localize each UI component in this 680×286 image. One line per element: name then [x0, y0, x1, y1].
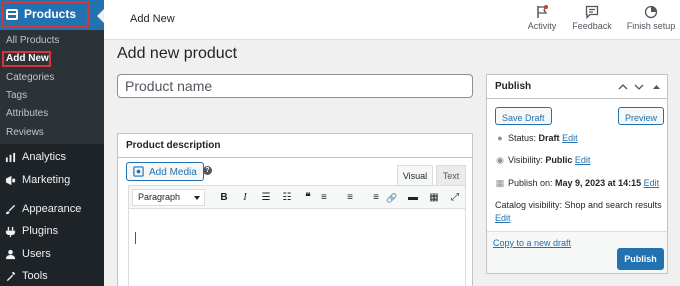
submenu-tags[interactable]: Tags: [6, 90, 27, 101]
add-media-button[interactable]: Add Media: [126, 162, 204, 181]
chevron-down-icon[interactable]: [634, 83, 644, 91]
catalog-visibility-text: Catalog visibility: Shop and search resu…: [495, 200, 662, 210]
sidebar-item-label: Appearance: [22, 203, 82, 215]
sidebar-item-label: Plugins: [22, 225, 59, 237]
copy-to-draft-link[interactable]: Copy to a new draft: [493, 238, 571, 248]
align-left-button[interactable]: ≡: [321, 190, 337, 206]
add-new-highlight-outline: [2, 51, 51, 67]
product-name-input[interactable]: [117, 74, 473, 98]
align-center-button[interactable]: ≡: [342, 190, 358, 206]
tab-text[interactable]: Text: [436, 165, 466, 185]
plug-icon: [5, 226, 16, 237]
editor-toolbar: Paragraph B I ☰ ☷ ❝ ≡ ≡ ≡ 🔗 ▬ ▦ ⤢: [128, 185, 466, 209]
format-select-value: Paragraph: [138, 192, 181, 202]
megaphone-icon: [5, 175, 16, 186]
tab-visual[interactable]: Visual: [397, 165, 433, 185]
finish-setup-label: Finish setup: [626, 21, 676, 31]
products-highlight-outline: [1, 1, 89, 28]
publish-on-value: May 9, 2023 at 14:15: [555, 178, 642, 188]
add-media-label: Add Media: [149, 167, 197, 178]
sidebar-item-label: Marketing: [22, 174, 71, 186]
align-right-button[interactable]: ≡: [363, 190, 379, 206]
edit-date-link[interactable]: Edit: [644, 178, 660, 188]
eye-icon: ◉: [496, 155, 504, 165]
flag-icon: [537, 5, 548, 18]
publish-panel: Publish Save Draft Preview ● Status: Draf…: [486, 74, 668, 274]
sidebar-item-label: Tools: [22, 270, 48, 282]
sidebar-item-plugins[interactable]: Plugins: [0, 222, 104, 242]
edit-catalog-link[interactable]: Edit: [495, 213, 511, 223]
publish-actions: Copy to a new draft Publish: [487, 231, 667, 273]
media-icon: [133, 166, 144, 177]
numbered-list-button[interactable]: ☷: [279, 190, 295, 206]
wrench-icon: [6, 271, 16, 282]
finish-setup-button[interactable]: Finish setup: [621, 5, 680, 31]
publish-date-row: ▦ Publish on: May 9, 2023 at 14:15 Edit: [495, 178, 659, 189]
collapse-toggle-icon[interactable]: [653, 84, 660, 90]
feedback-label: Feedback: [572, 21, 612, 31]
feedback-button[interactable]: Feedback: [562, 5, 622, 31]
format-select[interactable]: Paragraph: [132, 189, 205, 206]
submenu-categories[interactable]: Categories: [6, 72, 54, 83]
description-heading: Product description: [118, 134, 472, 158]
publish-button[interactable]: Publish: [617, 248, 664, 270]
top-header-bar: Add New Activity Feedback Finish setup: [104, 0, 680, 40]
visibility-label: Visibility:: [508, 155, 543, 165]
insert-link-button[interactable]: 🔗: [384, 190, 400, 206]
pin-icon: ●: [497, 133, 503, 143]
status-value: Draft: [538, 133, 560, 143]
edit-status-link[interactable]: Edit: [562, 133, 578, 143]
submenu-all-products[interactable]: All Products: [6, 35, 59, 46]
chevron-down-icon: [194, 196, 200, 200]
sidebar-item-analytics[interactable]: Analytics: [0, 148, 104, 168]
bulleted-list-button[interactable]: ☰: [258, 190, 274, 206]
edit-visibility-link[interactable]: Edit: [575, 155, 591, 165]
preview-button[interactable]: Preview: [618, 107, 665, 125]
status-label: Status:: [508, 133, 537, 143]
feedback-icon: [585, 5, 599, 19]
read-more-button[interactable]: ▬: [405, 190, 421, 206]
visibility-row: ◉ Visibility: Public Edit: [495, 155, 590, 166]
calendar-icon: ▦: [495, 178, 505, 188]
sidebar-item-tools[interactable]: Tools: [0, 267, 104, 286]
bar-chart-icon: [5, 152, 16, 163]
activity-label: Activity: [527, 21, 557, 31]
paintbrush-icon: [5, 204, 16, 215]
help-icon[interactable]: ?: [203, 166, 212, 175]
sidebar-item-users[interactable]: Users: [0, 245, 104, 265]
submenu-reviews[interactable]: Reviews: [6, 127, 44, 138]
submenu-attributes[interactable]: Attributes: [6, 108, 48, 119]
sidebar-item-appearance[interactable]: Appearance: [0, 200, 104, 220]
header-page-title: Add New: [130, 13, 175, 25]
users-icon: [5, 249, 16, 260]
italic-button[interactable]: I: [237, 190, 253, 206]
catalog-visibility-row: Catalog visibility: Shop and search resu…: [495, 199, 663, 225]
toolbar-toggle-button[interactable]: ▦: [426, 190, 442, 206]
sidebar-item-label: Analytics: [22, 151, 67, 163]
save-draft-button[interactable]: Save Draft: [495, 107, 552, 125]
description-editor[interactable]: [128, 209, 466, 286]
page-title: Add new product: [117, 45, 238, 62]
product-description-panel: Product description Add Media ? Visual T…: [117, 133, 473, 286]
text-cursor: [135, 232, 136, 244]
blockquote-button[interactable]: ❝: [300, 190, 316, 206]
sidebar-item-label: Users: [22, 248, 51, 260]
fullscreen-button[interactable]: ⤢: [447, 190, 463, 206]
bold-button[interactable]: B: [216, 190, 232, 206]
current-menu-arrow: [97, 9, 104, 23]
status-row: ● Status: Draft Edit: [495, 133, 578, 143]
chevron-up-icon[interactable]: [618, 83, 628, 91]
products-submenu: All Products Add New Categories Tags Att…: [0, 30, 104, 144]
progress-circle-icon: [644, 5, 658, 19]
publish-on-label: Publish on:: [508, 178, 553, 188]
admin-sidebar: Products All Products Add New Categories…: [0, 0, 104, 286]
sidebar-item-marketing[interactable]: Marketing: [0, 171, 104, 191]
visibility-value: Public: [545, 155, 573, 165]
